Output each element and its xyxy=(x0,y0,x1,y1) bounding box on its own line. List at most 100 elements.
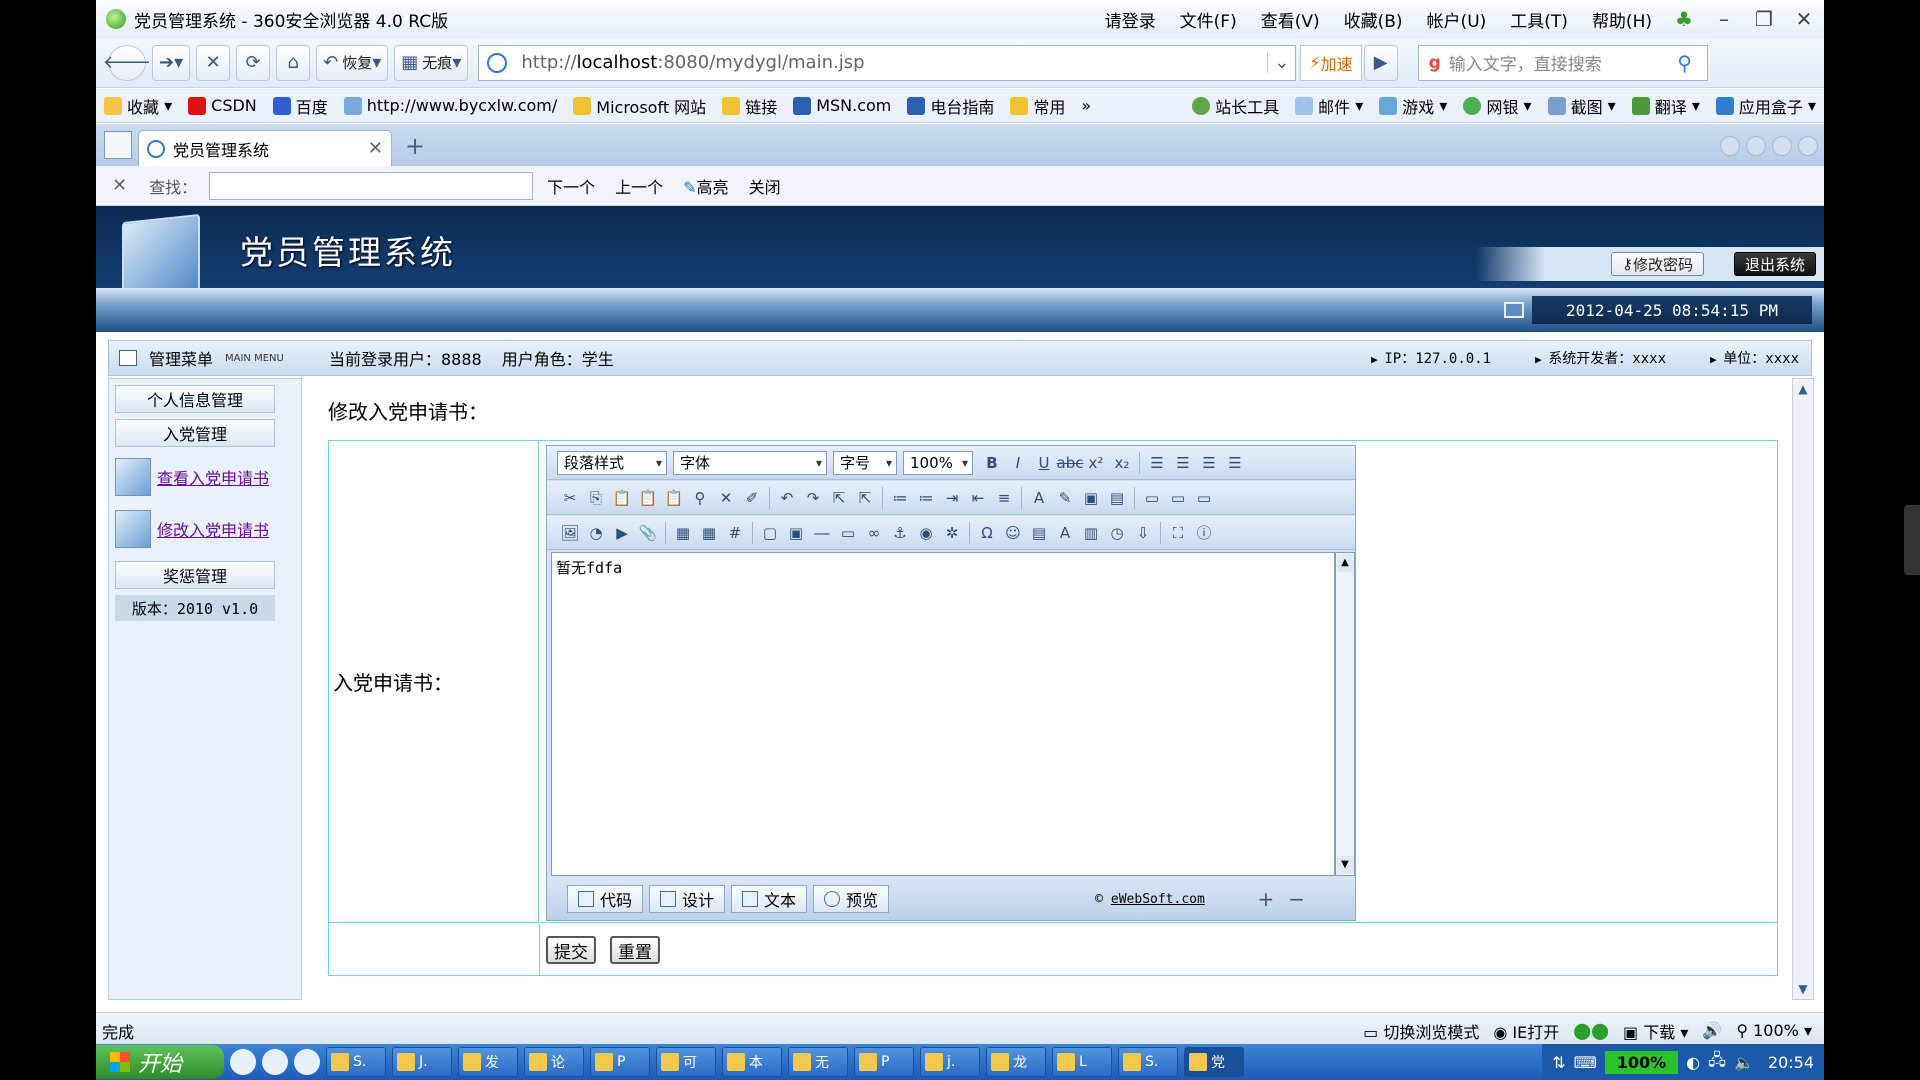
speed-up-button[interactable]: ⚡ 加速 xyxy=(1300,44,1362,81)
editor-expand-icon[interactable]: + xyxy=(1257,887,1274,911)
art-text-icon[interactable]: A xyxy=(1054,522,1076,544)
task-button[interactable]: 论 xyxy=(524,1047,584,1077)
unordered-list-icon[interactable]: ≔ xyxy=(915,487,937,509)
task-button[interactable]: j. xyxy=(920,1047,980,1077)
keyboard-icon[interactable]: ⌨ xyxy=(1574,1053,1597,1072)
frame-icon[interactable]: ▢ xyxy=(759,522,781,544)
background-color-icon[interactable]: ▣ xyxy=(1080,487,1102,509)
favorite-csdn[interactable]: CSDN xyxy=(188,96,257,115)
tool-bank[interactable]: 网银 ▾ xyxy=(1463,94,1532,118)
tray-network-icon[interactable]: 🖧 xyxy=(1708,1049,1726,1076)
close-window-button[interactable]: ✕ xyxy=(1784,7,1824,31)
align-left-icon[interactable]: ☰ xyxy=(1146,452,1168,474)
find-prev-button[interactable]: 上一个 xyxy=(615,174,663,198)
quicklaunch-360-icon[interactable] xyxy=(294,1049,320,1075)
page-break-icon[interactable]: ▥ xyxy=(1080,522,1102,544)
mode-design-button[interactable]: 设计 xyxy=(649,885,726,913)
search-icon[interactable]: ⚲ xyxy=(1663,46,1707,80)
tab-close-icon[interactable]: ✕ xyxy=(368,138,383,159)
paste-word-icon[interactable]: 📋 xyxy=(663,487,685,509)
align-justify-icon[interactable]: ☰ xyxy=(1224,452,1246,474)
task-button[interactable]: L xyxy=(1052,1047,1112,1077)
find-input[interactable] xyxy=(209,171,534,200)
block-format-icon[interactable]: ≡ xyxy=(993,487,1015,509)
menu-favorites[interactable]: 收藏(B) xyxy=(1344,7,1403,32)
start-button[interactable]: 开始 xyxy=(96,1045,224,1079)
editor-content[interactable]: 暂无fdfa xyxy=(551,552,1335,876)
minimize-button[interactable]: – xyxy=(1704,7,1744,31)
go-button[interactable]: ▶ xyxy=(1363,44,1398,81)
flash-icon[interactable]: ◔ xyxy=(585,522,607,544)
text-color-icon[interactable]: A xyxy=(1028,487,1050,509)
tray-volume-icon[interactable]: 🔈 xyxy=(1734,1053,1754,1072)
tray-app-icon[interactable]: ◐ xyxy=(1686,1053,1700,1072)
login-link[interactable]: 请登录 xyxy=(1105,7,1156,32)
quicklaunch-browser-icon[interactable] xyxy=(262,1049,288,1075)
delete-icon[interactable]: ✕ xyxy=(715,487,737,509)
emoticon-icon[interactable]: ☺ xyxy=(1002,522,1024,544)
ie-open-button[interactable]: ◉ IE打开 xyxy=(1493,1019,1559,1043)
paste-icon[interactable]: 📋 xyxy=(611,487,633,509)
submit-button[interactable]: 提交 xyxy=(546,936,596,964)
table-icon[interactable]: ▦ xyxy=(672,522,694,544)
find-close-icon[interactable]: ✕ xyxy=(112,175,127,196)
favorite-common[interactable]: 常用 xyxy=(1010,94,1065,118)
undo-icon[interactable]: ↶ xyxy=(776,487,798,509)
superscript-icon[interactable]: x² xyxy=(1085,452,1107,474)
stop-button[interactable]: ✕ xyxy=(196,44,231,81)
page-scrollbar[interactable]: ▲ ▼ xyxy=(1792,378,1814,1000)
fullscreen-icon[interactable]: ⛶ xyxy=(1167,522,1189,544)
favorite-links[interactable]: 链接 xyxy=(722,94,777,118)
tool-mail[interactable]: 邮件 ▾ xyxy=(1295,94,1363,118)
zoom-button[interactable]: ⚲ 100% ▾ xyxy=(1736,1021,1812,1040)
change-password-button[interactable]: ⚷ 修改密码 xyxy=(1610,252,1704,276)
horizontal-rule-icon[interactable]: ― xyxy=(811,522,833,544)
pointer-icon[interactable]: ⇱ xyxy=(854,487,876,509)
select-icon[interactable]: ⇱ xyxy=(828,487,850,509)
menu-view[interactable]: 查看(V) xyxy=(1261,7,1320,32)
task-button[interactable]: P xyxy=(854,1047,914,1077)
indent-icon[interactable]: ⇥ xyxy=(941,487,963,509)
view-application-link[interactable]: 查看入党申请书 xyxy=(157,465,269,489)
menu-account[interactable]: 帐户(U) xyxy=(1427,7,1487,32)
home-button[interactable]: ⌂ xyxy=(276,44,311,81)
favorite-bycxlw[interactable]: http://www.bycxlw.com/ xyxy=(343,96,557,115)
search-engine-icon[interactable]: g xyxy=(1429,53,1441,73)
outdent-icon[interactable]: ⇤ xyxy=(967,487,989,509)
tab-list-icon[interactable] xyxy=(1772,136,1792,156)
mode-text-button[interactable]: 文本 xyxy=(731,885,808,913)
paragraph-style-select[interactable]: 段落样式 xyxy=(557,450,667,475)
datetime-icon[interactable]: ◷ xyxy=(1106,522,1128,544)
search-box[interactable]: g 输入文字，直接搜索 ⚲ xyxy=(1417,44,1708,81)
font-select[interactable]: 字体 xyxy=(673,450,827,475)
attachment-icon[interactable]: 📎 xyxy=(637,522,659,544)
sound-icon[interactable]: 🔊 xyxy=(1702,1021,1722,1040)
page-scroll-down-icon[interactable]: ▼ xyxy=(1793,979,1813,999)
mode-preview-button[interactable]: 预览 xyxy=(813,885,890,913)
tab-party-system[interactable]: 党员管理系统 ✕ xyxy=(138,130,392,166)
favorites-menu[interactable]: 收藏 ▾ xyxy=(104,94,172,118)
find-replace-icon[interactable]: ⚲ xyxy=(689,487,711,509)
favorites-more[interactable]: » xyxy=(1081,96,1091,115)
task-button[interactable]: P xyxy=(590,1047,650,1077)
task-button[interactable]: 无 xyxy=(788,1047,848,1077)
tab-close-all-icon[interactable] xyxy=(1798,136,1818,156)
skin-icon[interactable]: ♣ xyxy=(1664,7,1704,31)
page-scroll-up-icon[interactable]: ▲ xyxy=(1793,379,1813,399)
image-icon[interactable]: 🖼 xyxy=(559,522,581,544)
tab-scroll-left-icon[interactable] xyxy=(1720,136,1740,156)
layer-icon[interactable]: ▭ xyxy=(1141,487,1163,509)
editor-shrink-icon[interactable]: − xyxy=(1288,887,1305,911)
paste-text-icon[interactable]: 📋 xyxy=(637,487,659,509)
reset-button[interactable]: 重置 xyxy=(610,936,660,964)
task-button[interactable]: 可 xyxy=(656,1047,716,1077)
grid-icon[interactable]: # xyxy=(724,522,746,544)
layer-forward-icon[interactable]: ▭ xyxy=(1167,487,1189,509)
sidebar-item-rewards[interactable]: 奖惩管理 xyxy=(115,561,275,589)
anchor-icon[interactable]: ⚓ xyxy=(889,522,911,544)
layer-back-icon[interactable]: ▭ xyxy=(1193,487,1215,509)
about-icon[interactable]: ⓘ xyxy=(1193,522,1215,544)
editor-scroll-up-icon[interactable]: ▲ xyxy=(1337,554,1353,572)
favorite-microsoft[interactable]: Microsoft 网站 xyxy=(573,94,706,118)
font-size-select[interactable]: 字号 xyxy=(833,450,897,475)
